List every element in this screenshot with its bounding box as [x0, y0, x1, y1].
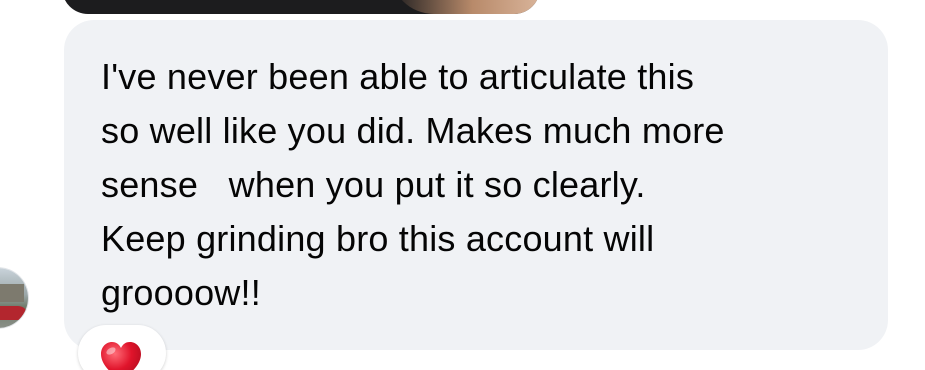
message-text: I've never been able to articulate this …	[101, 50, 858, 320]
message-line: I've never been able to articulate this	[101, 56, 695, 97]
previous-media-attachment[interactable]	[62, 0, 540, 14]
message-line: Keep grinding bro this account will	[101, 218, 655, 259]
message-line: so well like you did. Makes much more	[101, 110, 725, 151]
message-bubble[interactable]: I've never been able to articulate this …	[64, 20, 888, 350]
message-thread: I've never been able to articulate this …	[0, 0, 925, 370]
reaction-badge[interactable]	[78, 325, 166, 370]
red-heart-icon	[101, 342, 141, 370]
image-thumbnail	[390, 0, 540, 14]
message-line: sense when you put it so clearly.	[101, 164, 646, 205]
avatar-photo-building	[0, 284, 24, 302]
sender-avatar[interactable]	[0, 268, 28, 328]
avatar-photo-car	[0, 306, 28, 320]
message-line: groooow!!	[101, 272, 261, 313]
